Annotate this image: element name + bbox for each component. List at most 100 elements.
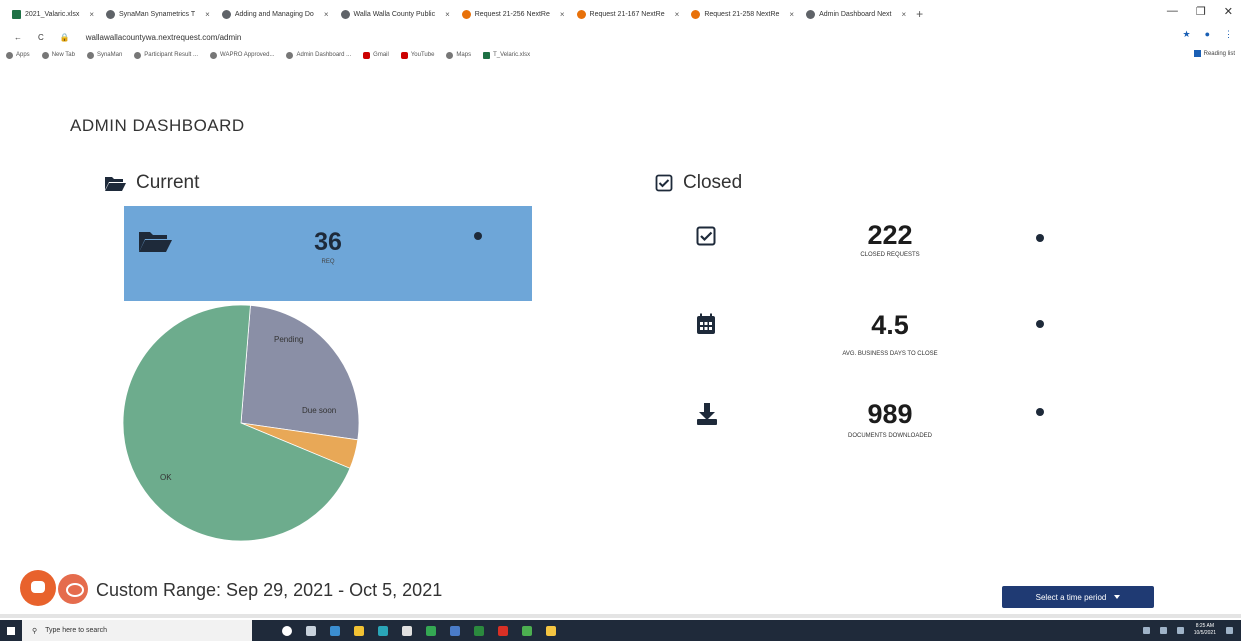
closed-requests-value: 222 (867, 220, 913, 250)
bookmark-label: WAPRO Approved... (220, 52, 275, 58)
close-tab-icon[interactable]: × (789, 10, 794, 19)
close-tab-icon[interactable]: × (675, 10, 680, 19)
horizontal-scrollbar[interactable] (0, 614, 1241, 618)
bookmark-item[interactable]: SynaMan (86, 51, 123, 59)
youtube-icon (400, 51, 408, 59)
calendar-icon (697, 313, 715, 334)
notification-icon[interactable] (1226, 626, 1233, 634)
app-icon[interactable] (402, 625, 412, 636)
close-tab-icon[interactable]: × (89, 10, 94, 19)
browser-tab[interactable]: SynaMan Synametrics T × (100, 4, 216, 24)
info-icon[interactable] (474, 232, 482, 240)
bookmark-label: YouTube (410, 52, 435, 58)
app-icon[interactable] (450, 625, 460, 636)
close-tab-icon[interactable]: × (324, 10, 329, 19)
menu-kebab-icon[interactable]: ⋮ (1224, 29, 1233, 40)
info-icon[interactable] (1036, 320, 1044, 328)
bookmark-item[interactable]: Gmail (363, 51, 389, 59)
acrobat-icon[interactable] (498, 625, 508, 636)
bookmark-star-icon[interactable]: ★ (1182, 29, 1190, 40)
bookmark-label: SynaMan (96, 52, 123, 58)
url-field[interactable]: wallawallacountywa.nextrequest.com/admin (86, 33, 242, 42)
toolbar-right: ★ ● ⋮ (1182, 29, 1233, 40)
search-icon: ⚲ (32, 627, 38, 635)
task-view-icon[interactable] (306, 625, 316, 636)
info-icon[interactable] (1036, 408, 1044, 416)
reload-icon[interactable]: C (38, 33, 44, 42)
bookmark-label: Admin Dashboard ... (296, 52, 352, 58)
download-icon (697, 403, 717, 425)
bookmark-label: T_Velaric.xlsx (493, 52, 531, 58)
browser-tab-title: Request 21-256 NextRe (474, 10, 550, 18)
profile-icon[interactable]: ● (1205, 29, 1210, 40)
restore-icon[interactable]: ❐ (1196, 5, 1206, 18)
taskbar-search-placeholder: Type here to search (45, 627, 108, 634)
browser-tab[interactable]: Adding and Managing Do × (216, 4, 335, 24)
network-icon[interactable] (1159, 626, 1167, 634)
new-tab-icon[interactable]: + (916, 7, 923, 21)
clock[interactable]: 8:25 AM 10/5/2021 (1194, 623, 1216, 637)
chrome-icon[interactable] (426, 625, 436, 636)
excel-icon[interactable] (474, 625, 484, 636)
bookmark-label: Apps (16, 52, 30, 58)
close-tab-icon[interactable]: × (560, 10, 565, 19)
browser-tab[interactable]: Request 21-258 NextRe × (685, 4, 800, 24)
current-requests-card[interactable]: 36 REQ (124, 206, 532, 301)
browser-tab[interactable]: Request 21-167 NextRe × (571, 4, 686, 24)
folder-open-icon (105, 177, 126, 191)
app-icon[interactable] (522, 625, 532, 636)
bookmark-item[interactable]: Apps (6, 51, 30, 59)
maps-icon (446, 51, 454, 59)
browser-tab-title: Adding and Managing Do (234, 10, 314, 18)
bookmark-item[interactable]: T_Velaric.xlsx (483, 51, 531, 59)
browser-tab[interactable]: Admin Dashboard Next × (800, 4, 912, 24)
close-tab-icon[interactable]: × (901, 10, 906, 19)
bookmark-item[interactable]: WAPRO Approved... (210, 51, 275, 59)
app-icon[interactable] (378, 625, 388, 636)
help-widget-button[interactable] (58, 574, 88, 604)
browser-tab[interactable]: 2021_Valaric.xlsx × (6, 4, 100, 24)
start-button[interactable] (0, 620, 22, 641)
select-time-period-label: Select a time period (1035, 592, 1107, 602)
pie-label-pending: Pending (274, 335, 304, 344)
bookmark-label: New Tab (51, 52, 75, 58)
browser-tab[interactable]: Request 21-256 NextRe × (456, 4, 571, 24)
browser-tab-title: 2021_Valaric.xlsx (25, 10, 80, 18)
file-explorer-icon[interactable] (354, 625, 364, 636)
bookmark-item[interactable]: Participant Result ... (134, 51, 198, 59)
close-tab-icon[interactable]: × (205, 10, 210, 19)
volume-icon[interactable] (1176, 626, 1184, 634)
close-tab-icon[interactable]: × (445, 10, 450, 19)
checkbox-icon (696, 226, 716, 246)
nextrequest-orange-icon (691, 9, 701, 19)
taskbar-apps (282, 625, 556, 636)
cortana-icon[interactable] (282, 625, 292, 636)
minimize-icon[interactable]: — (1167, 5, 1178, 18)
current-heading: Current (104, 172, 199, 194)
close-window-icon[interactable]: ✕ (1224, 5, 1233, 18)
taskbar-search[interactable]: ⚲ Type here to search (22, 620, 252, 641)
reading-list-button[interactable]: Reading list (1193, 50, 1235, 57)
pie-slice-pending[interactable] (240, 304, 360, 441)
bookmark-label: Gmail (373, 52, 389, 58)
globe-icon (106, 9, 116, 19)
current-heading-text: Current (136, 172, 200, 193)
info-icon[interactable] (1036, 234, 1044, 242)
window-controls: — ❐ ✕ (1167, 5, 1233, 18)
bookmark-item[interactable]: YouTube (400, 51, 435, 59)
pie-label-due-soon: Due soon (302, 406, 337, 415)
browser-tab[interactable]: Walla Walla County Public × (335, 4, 456, 24)
app-icon[interactable] (546, 625, 556, 636)
select-time-period-button[interactable]: Select a time period (1002, 586, 1154, 608)
chevron-up-icon[interactable] (1142, 626, 1150, 634)
bookmark-item[interactable]: New Tab (41, 51, 75, 59)
bookmark-item[interactable]: Maps (446, 51, 471, 59)
back-icon[interactable]: ← (14, 33, 22, 42)
excel-icon (483, 51, 491, 59)
reading-list-icon (1193, 50, 1201, 57)
globe-icon (286, 51, 294, 59)
browser-tab-title: Walla Walla County Public (353, 10, 436, 18)
bookmark-item[interactable]: Admin Dashboard ... (286, 51, 352, 59)
edge-icon[interactable] (330, 625, 340, 636)
chat-widget-button[interactable] (20, 570, 56, 606)
